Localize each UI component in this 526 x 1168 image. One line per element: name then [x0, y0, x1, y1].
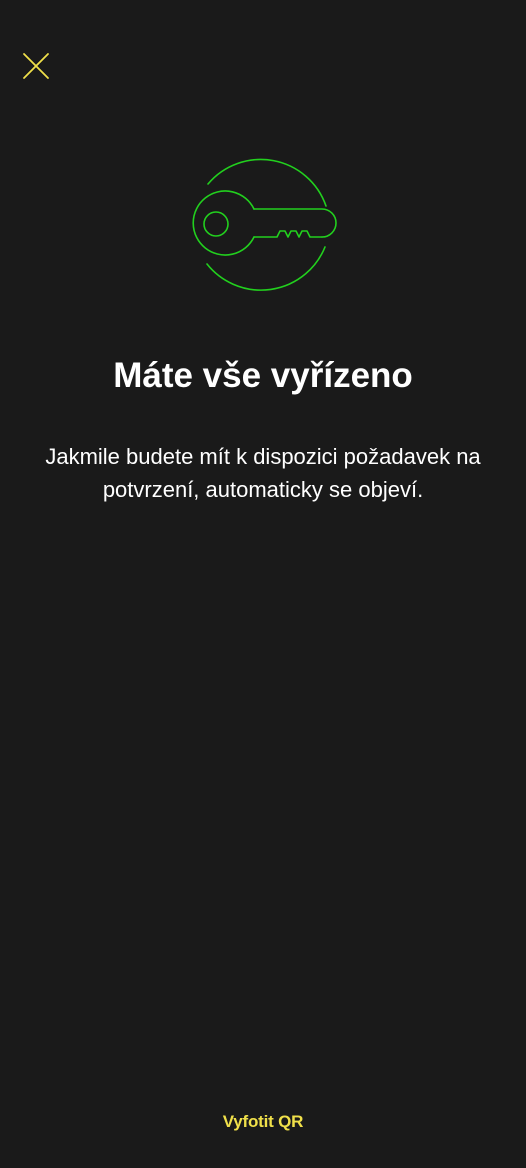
- close-icon: [23, 53, 49, 79]
- key-illustration: [188, 150, 338, 300]
- close-button[interactable]: [18, 48, 54, 84]
- scan-qr-button[interactable]: Vyfotit QR: [163, 1104, 363, 1140]
- description-text: Jakmile budete mít k dispozici požadavek…: [45, 444, 481, 502]
- page-title: Máte vše vyřízeno: [113, 356, 413, 395]
- key-icon: [192, 158, 337, 291]
